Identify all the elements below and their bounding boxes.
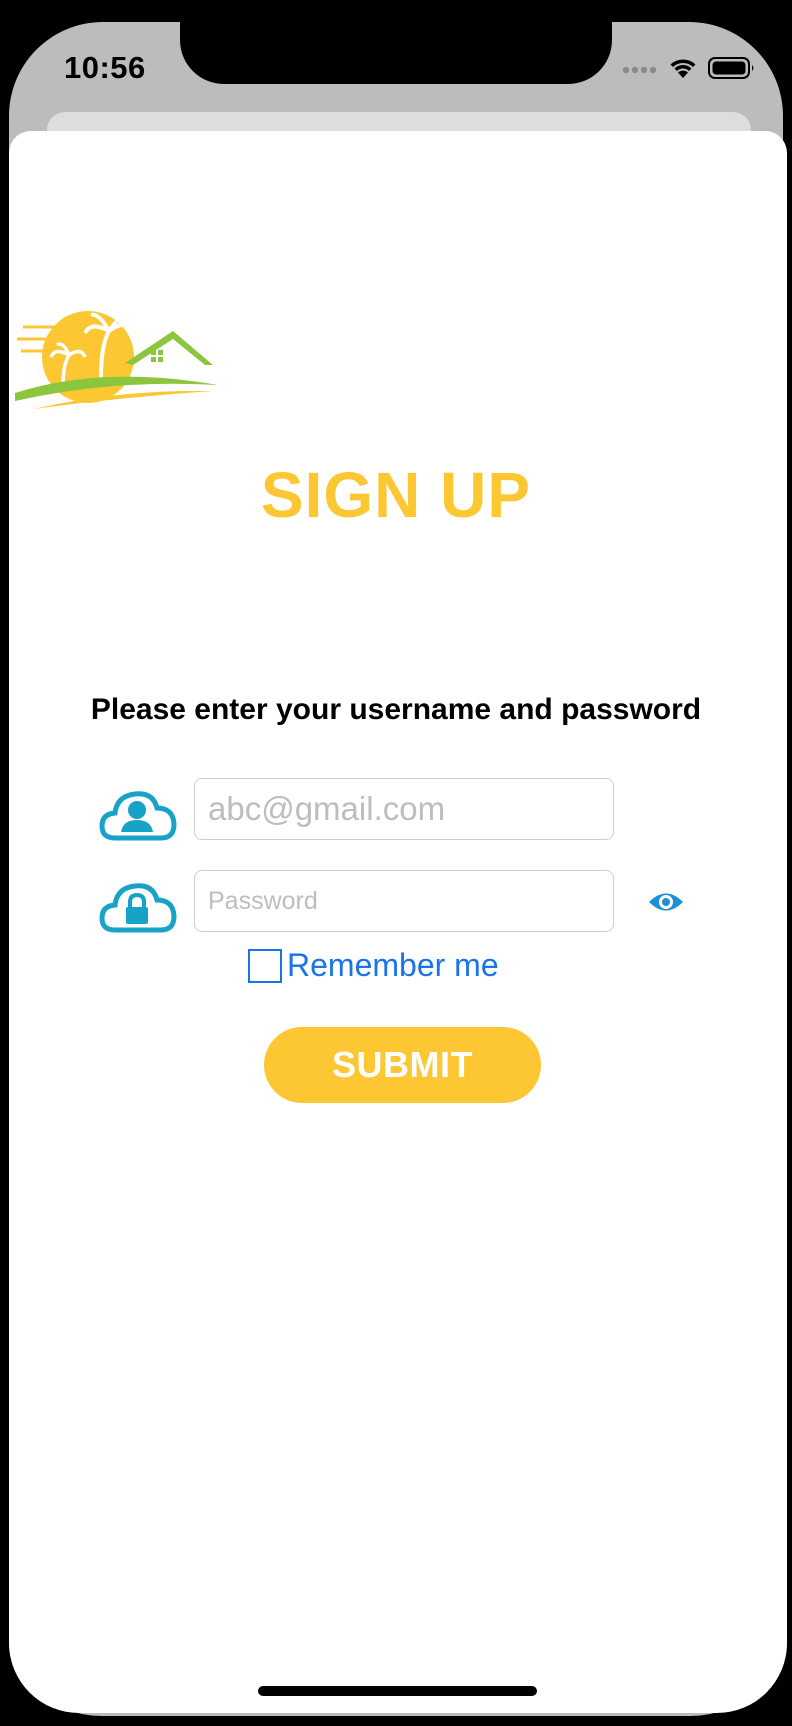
battery-icon <box>708 57 754 79</box>
signal-icon <box>622 66 657 74</box>
page-title: SIGN UP <box>260 459 532 531</box>
submit-button[interactable]: SUBMIT <box>264 1027 541 1103</box>
show-password-eye-icon[interactable] <box>648 889 684 915</box>
remember-me-toggle[interactable]: Remember me <box>248 947 499 984</box>
instruction-text: Please enter your username and password <box>90 693 702 726</box>
remember-me-checkbox[interactable] <box>248 948 282 983</box>
status-time: 10:56 <box>64 50 146 85</box>
remember-me-label[interactable]: Remember me <box>287 947 499 984</box>
beach-house-logo <box>15 311 218 409</box>
cloud-lock-icon <box>99 883 177 933</box>
phone-frame: 10:56 SIGN UP Please enter your username… <box>0 0 792 1726</box>
home-indicator[interactable] <box>258 1686 537 1696</box>
email-field[interactable] <box>194 778 614 840</box>
status-icons <box>622 56 756 80</box>
notch <box>180 0 612 84</box>
password-field[interactable] <box>194 870 614 932</box>
wifi-icon <box>670 59 696 78</box>
cloud-user-icon <box>99 791 177 841</box>
